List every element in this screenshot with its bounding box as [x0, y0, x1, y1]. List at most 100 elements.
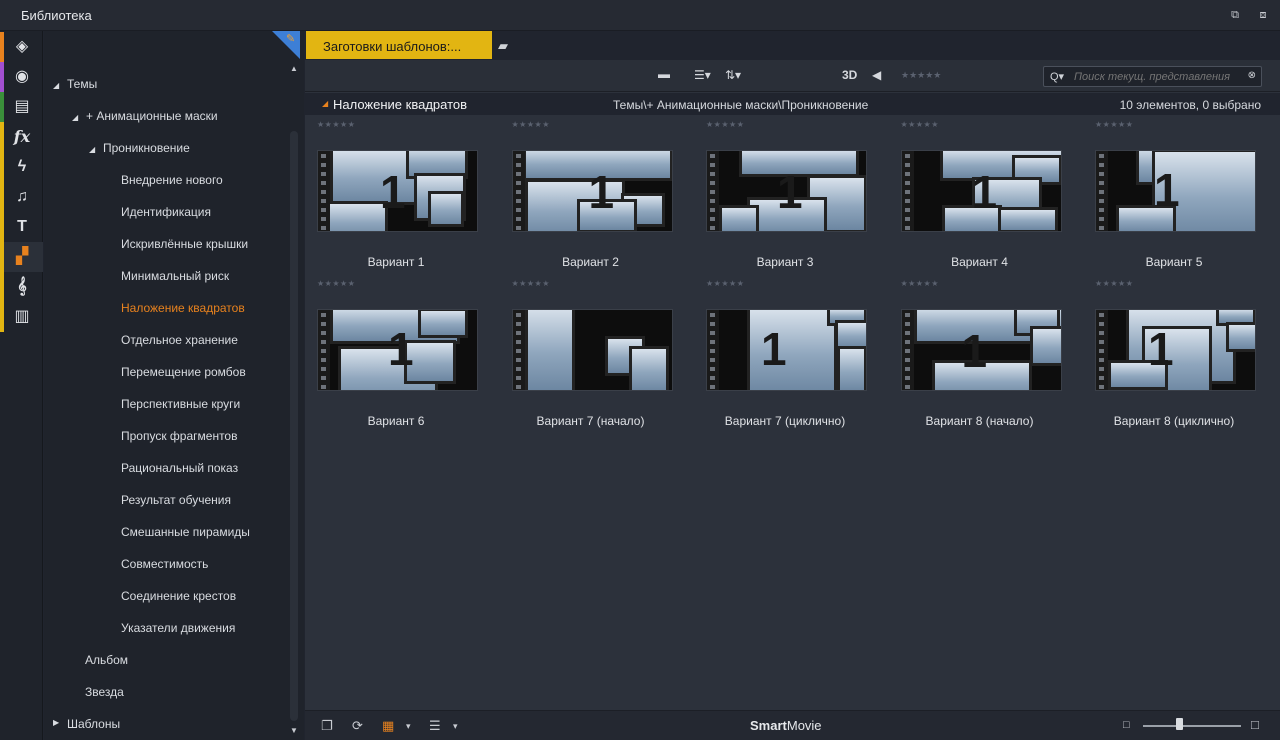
grid-view-icon[interactable]: ▦: [382, 718, 394, 734]
detach-window-icon[interactable]: ⧈: [1256, 8, 1270, 22]
tree-node-penetration[interactable]: Проникновение: [103, 141, 190, 155]
asset-item[interactable]: ★★★★★ 1 Вариант 2: [506, 117, 676, 269]
smartmovie-button[interactable]: SmartMovie: [750, 718, 822, 733]
tree-leaf[interactable]: Минимальный риск: [121, 269, 229, 283]
tree-node-star[interactable]: Звезда: [85, 685, 124, 699]
sync-icon[interactable]: ⟳: [352, 718, 363, 734]
asset-thumbnail[interactable]: 1: [317, 150, 478, 232]
tree-leaf[interactable]: Перспективные круги: [121, 397, 240, 411]
film-hole: [710, 163, 715, 167]
asset-thumbnail[interactable]: 1: [317, 309, 478, 391]
piano-button[interactable]: ▥: [0, 302, 43, 332]
expand-anim-masks-icon[interactable]: ◢: [72, 113, 78, 122]
montage-button[interactable]: ▞: [0, 242, 43, 272]
asset-item[interactable]: ★★★★★ 1 Вариант 8 (начало): [895, 276, 1065, 428]
3d-filter-button[interactable]: 3D: [842, 68, 857, 82]
asset-item[interactable]: ★★★★★ 1 Вариант 5: [1089, 117, 1259, 269]
asset-item[interactable]: ★★★★★ 1 Вариант 1: [311, 117, 481, 269]
photos-button[interactable]: ▤: [0, 92, 43, 122]
rating-stars[interactable]: ★★★★★: [901, 120, 939, 129]
restore-window-icon[interactable]: ⧉: [1228, 8, 1242, 22]
asset-item[interactable]: ★★★★★ 1 Вариант 3: [700, 117, 870, 269]
tree-leaf[interactable]: Искривлённые крышки: [121, 237, 248, 251]
fx-button[interactable]: fx: [0, 122, 43, 152]
details-view-icon[interactable]: ☰: [429, 718, 441, 734]
tab-template-presets[interactable]: Заготовки шаблонов:...: [306, 31, 492, 59]
rating-stars[interactable]: ★★★★★: [901, 279, 939, 288]
film-hole: [1099, 181, 1104, 185]
rating-stars[interactable]: ★★★★★: [317, 120, 355, 129]
group-collapse-icon[interactable]: ◢: [322, 99, 328, 108]
scroll-up-icon[interactable]: ▲: [290, 64, 298, 73]
zoom-small-icon[interactable]: □: [1123, 719, 1130, 731]
music-note-button[interactable]: ♫: [0, 182, 43, 212]
tree-leaf[interactable]: Идентификация: [121, 205, 211, 219]
asset-item[interactable]: ★★★★★ Вариант 7 (начало): [506, 276, 676, 428]
grid-view-dropdown-icon[interactable]: ▾: [406, 721, 411, 732]
asset-thumbnail[interactable]: [511, 309, 673, 391]
rating-stars[interactable]: ★★★★★: [1095, 279, 1133, 288]
add-tab-icon[interactable]: ▰: [498, 38, 508, 54]
rating-stars[interactable]: ★★★★★: [706, 120, 744, 129]
copy-icon[interactable]: ❐: [321, 718, 333, 734]
asset-item[interactable]: ★★★★★ 1 Вариант 6: [311, 276, 481, 428]
tree-scrollbar[interactable]: [290, 131, 298, 721]
details-view-dropdown-icon[interactable]: ▾: [453, 721, 458, 732]
asset-item[interactable]: ★★★★★ 1 Вариант 7 (циклично): [700, 276, 870, 428]
rating-stars[interactable]: ★★★★★: [512, 120, 550, 129]
rating-filter[interactable]: ★★★★★: [901, 70, 941, 81]
tree-node-album[interactable]: Альбом: [85, 653, 128, 667]
asset-thumbnail[interactable]: 1: [1095, 150, 1256, 232]
asset-thumbnail[interactable]: 1: [1095, 309, 1256, 391]
asset-item[interactable]: ★★★★★ 1 Вариант 4: [895, 117, 1065, 269]
view-list-icon[interactable]: ☰▾: [694, 68, 711, 82]
tree-leaf[interactable]: Соединение крестов: [121, 589, 236, 603]
tree-leaf[interactable]: Результат обучения: [121, 493, 231, 507]
zoom-slider[interactable]: [1143, 725, 1241, 727]
asset-thumbnail[interactable]: 1: [900, 309, 1062, 391]
tree-node-themes[interactable]: Темы: [67, 77, 97, 91]
tree-leaf[interactable]: Перемещение ромбов: [121, 365, 246, 379]
film-hole: [321, 217, 326, 221]
tree-leaf[interactable]: Внедрение нового: [121, 173, 223, 187]
tag-icon[interactable]: ◀: [872, 68, 881, 82]
collapse-templates-icon[interactable]: ▶: [53, 718, 59, 727]
sort-icon[interactable]: ⇅▾: [725, 68, 741, 82]
tree-leaf[interactable]: Отдельное хранение: [121, 333, 238, 347]
text-button[interactable]: T: [0, 212, 43, 242]
tree-leaf[interactable]: Наложение квадратов: [121, 301, 245, 315]
rating-stars[interactable]: ★★★★★: [512, 279, 550, 288]
search-icon[interactable]: Q▾: [1050, 70, 1064, 83]
tree-node-templates[interactable]: Шаблоны: [67, 717, 120, 731]
lightning-button[interactable]: ϟ: [0, 152, 43, 182]
pin-icon[interactable]: ✎: [286, 32, 295, 45]
zoom-large-icon[interactable]: □: [1251, 717, 1259, 732]
tree-leaf[interactable]: Пропуск фрагментов: [121, 429, 237, 443]
scroll-down-icon[interactable]: ▼: [290, 726, 298, 735]
tree-leaf[interactable]: Рациональный показ: [121, 461, 238, 475]
film-reel-button[interactable]: ◉: [0, 62, 43, 92]
rating-stars[interactable]: ★★★★★: [317, 279, 355, 288]
folder-icon[interactable]: ▬: [658, 67, 670, 81]
asset-thumbnail[interactable]: 1: [706, 150, 867, 232]
expand-themes-icon[interactable]: ◢: [53, 81, 59, 90]
rating-stars[interactable]: ★★★★★: [706, 279, 744, 288]
rating-stars[interactable]: ★★★★★: [1095, 120, 1133, 129]
tree-leaf[interactable]: Смешанные пирамиды: [121, 525, 250, 539]
film-hole: [1099, 367, 1104, 371]
asset-thumbnail[interactable]: 1: [706, 309, 867, 391]
asset-thumbnail[interactable]: 1: [900, 150, 1062, 232]
treble-clef-button[interactable]: 𝄞: [0, 272, 43, 302]
tree-leaf[interactable]: Совместимость: [121, 557, 208, 571]
film-hole: [515, 217, 521, 221]
expand-penetration-icon[interactable]: ◢: [89, 145, 95, 154]
asset-thumbnail[interactable]: 1: [511, 150, 673, 232]
tree-node-anim-masks[interactable]: + Анимационные маски: [86, 109, 218, 123]
film-hole: [515, 172, 521, 176]
packages-button[interactable]: ◈: [0, 32, 43, 62]
tree-leaf[interactable]: Указатели движения: [121, 621, 235, 635]
clear-search-icon[interactable]: ⊗: [1248, 70, 1256, 81]
asset-item[interactable]: ★★★★★ 1 Вариант 8 (циклично): [1089, 276, 1259, 428]
search-input[interactable]: [1074, 69, 1244, 84]
zoom-slider-thumb[interactable]: [1176, 718, 1184, 730]
